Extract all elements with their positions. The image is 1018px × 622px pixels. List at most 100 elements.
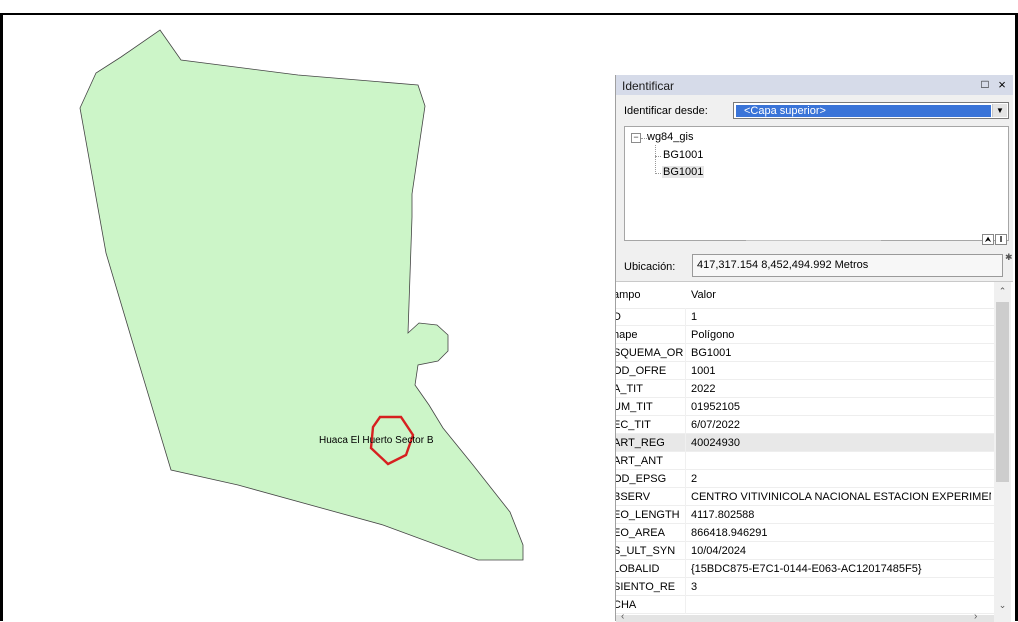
column-header-value[interactable]: Valor	[691, 289, 716, 301]
field-value-cell: 6/07/2022	[691, 419, 740, 431]
pane-splitter[interactable]	[746, 240, 881, 241]
chevron-up-icon[interactable]: ⌃	[994, 284, 1011, 298]
identify-panel: Identificar □ × Identificar desde: <Capa…	[615, 75, 1013, 622]
column-divider	[685, 488, 686, 506]
location-label: Ubicación:	[624, 261, 676, 273]
table-row[interactable]: SIENTO_RE 3	[616, 578, 994, 596]
tree-node-feature-selected[interactable]: BG1001	[662, 166, 705, 178]
tree-root-layer[interactable]: wg84_gis	[647, 131, 693, 143]
table-row[interactable]: S_ULT_SYN 10/04/2024	[616, 542, 994, 560]
collapse-icon[interactable]: −	[631, 133, 641, 143]
map-canvas[interactable]	[3, 15, 593, 621]
field-value-cell: 2	[691, 473, 698, 485]
tree-connector	[655, 173, 661, 174]
tree-connector	[655, 145, 656, 174]
field-value-cell: 40024930	[691, 437, 740, 449]
identify-from-dropdown[interactable]: <Capa superior> ▼	[733, 102, 1009, 119]
attribute-grid[interactable]: ampo Valor D1 hape Polígono SQUEMA_OR BG1001…	[616, 281, 1013, 622]
identify-from-value[interactable]: <Capa superior>	[736, 105, 991, 117]
column-divider	[685, 326, 686, 344]
field-name-cell: SQUEMA_OR	[616, 347, 683, 359]
column-divider	[685, 398, 686, 416]
close-icon[interactable]: ×	[995, 77, 1009, 92]
field-value-cell: 10/04/2024	[691, 545, 747, 557]
field-name-cell: EO_LENGTH	[616, 509, 680, 521]
column-divider	[685, 452, 686, 470]
field-value-cell: 4117.802588	[691, 509, 755, 521]
tree-connector	[655, 156, 661, 157]
field-value-cell: {15BDC875-E7C1-0144-E063-AC12017485F5}	[691, 563, 922, 575]
field-value-cell: 2022	[691, 383, 716, 395]
table-row[interactable]: ART_REG 40024930	[616, 434, 994, 452]
field-name-cell: BSERV	[616, 491, 651, 503]
field-name-cell: A_TIT	[616, 383, 643, 395]
column-divider	[685, 434, 686, 452]
column-divider	[685, 596, 686, 614]
field-value-cell: 866418.946291	[691, 527, 768, 539]
table-row[interactable]: hape Polígono	[616, 326, 994, 344]
table-row[interactable]: D1	[616, 308, 994, 326]
field-value-cell: 1	[691, 311, 698, 323]
chevron-right-icon[interactable]: ›	[974, 611, 977, 622]
table-row[interactable]: OD_EPSG 2	[616, 470, 994, 488]
field-name-cell: OD_OFRE	[616, 365, 667, 377]
column-divider	[685, 542, 686, 560]
column-divider	[685, 506, 686, 524]
column-divider	[685, 578, 686, 596]
field-name-cell: ART_ANT	[616, 455, 663, 467]
field-name-cell: OD_EPSG	[616, 473, 667, 485]
table-row[interactable]: EO_LENGTH 4117.802588	[616, 506, 994, 524]
pin-icon[interactable]: ✱	[1005, 252, 1013, 263]
field-name-cell: EC_TIT	[616, 419, 651, 431]
column-divider	[685, 380, 686, 398]
location-value[interactable]: 417,317.154 8,452,494.992 Metros	[692, 254, 1003, 277]
table-row[interactable]: OD_OFRE 1001	[616, 362, 994, 380]
field-value-cell: Polígono	[691, 329, 735, 341]
results-tree[interactable]: − wg84_gis BG1001 BG1001	[624, 126, 1009, 241]
double-chevron-up-icon[interactable]: ⮝	[982, 234, 994, 245]
column-divider	[685, 416, 686, 434]
panel-title: Identificar	[622, 79, 675, 93]
table-row[interactable]: BSERV CENTRO VITIVINICOLA NACIONAL ESTACI…	[616, 488, 994, 506]
field-name-cell: S_ULT_SYN	[616, 545, 676, 557]
map-view[interactable]: Huaca El Huerto Sector B	[3, 15, 593, 621]
field-name-cell: LOBALID	[616, 563, 660, 575]
field-value-cell: 01952105	[691, 401, 740, 413]
vertical-scrollbar[interactable]: ⌃ ⌄	[994, 282, 1011, 622]
pane-toggle-buttons[interactable]: ⮝ ‖	[981, 234, 1007, 245]
restore-icon[interactable]: □	[978, 77, 992, 92]
panel-titlebar[interactable]: Identificar □ ×	[616, 75, 1013, 95]
field-name-cell: ART_REG	[616, 437, 665, 449]
field-value-cell: 1001	[691, 365, 716, 377]
field-name-cell: CHA	[616, 599, 637, 611]
chevron-down-icon[interactable]: ⌄	[994, 598, 1011, 612]
column-divider	[685, 362, 686, 380]
table-row[interactable]: LOBALID {15BDC875-E7C1-0144-E063-AC120174…	[616, 560, 994, 578]
field-value-cell: 3	[691, 581, 698, 593]
field-value-cell: CENTRO VITIVINICOLA NACIONAL ESTACION EX…	[691, 491, 991, 503]
column-divider	[685, 524, 686, 542]
table-row[interactable]: ART_ANT	[616, 452, 994, 470]
identify-from-label: Identificar desde:	[624, 105, 708, 117]
table-row[interactable]: SQUEMA_OR BG1001	[616, 344, 994, 362]
scroll-thumb[interactable]	[996, 302, 1009, 482]
land-parcel-polygon[interactable]	[79, 29, 524, 561]
column-divider	[685, 308, 686, 326]
chevron-left-icon[interactable]: ‹	[621, 611, 624, 622]
table-row[interactable]: EO_AREA 866418.946291	[616, 524, 994, 542]
top-bar	[0, 0, 1018, 15]
column-divider	[685, 344, 686, 362]
column-divider	[685, 470, 686, 488]
table-row[interactable]: EC_TIT 6/07/2022	[616, 416, 994, 434]
table-row[interactable]: UM_TIT 01952105	[616, 398, 994, 416]
table-row[interactable]: A_TIT 2022	[616, 380, 994, 398]
tree-node-feature[interactable]: BG1001	[663, 149, 703, 161]
column-divider	[685, 560, 686, 578]
chevron-down-icon[interactable]: ▼	[992, 104, 1007, 117]
pause-icon[interactable]: ‖	[995, 234, 1007, 245]
field-name-cell: EO_AREA	[616, 527, 665, 539]
column-header-field[interactable]: ampo	[616, 289, 641, 301]
field-name-cell: hape	[616, 329, 638, 341]
table-row[interactable]: CHA	[616, 596, 994, 614]
field-name-cell: UM_TIT	[616, 401, 653, 413]
